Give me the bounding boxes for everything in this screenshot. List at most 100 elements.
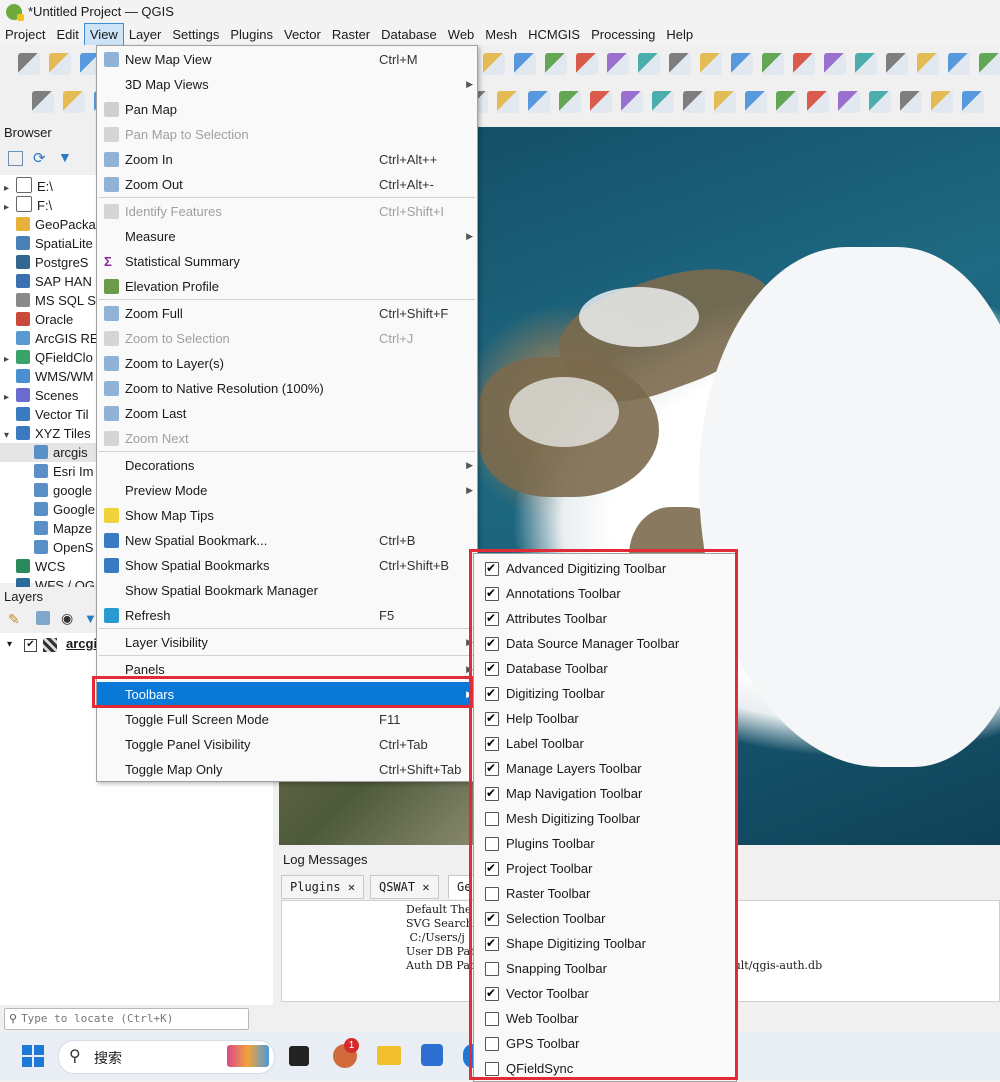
add-selected-icon[interactable] [8,151,23,166]
toolbar-tool-icon[interactable] [18,53,40,75]
locator-input[interactable]: ⚲ Type to locate (Ctrl+K) [4,1008,249,1030]
view-menu-item-zoom-out[interactable]: Zoom Out Ctrl+Alt+- [97,172,477,197]
view-menu-item-toggle-map-only[interactable]: Toggle Map Only Ctrl+Shift+Tab [97,757,477,782]
toolbar-tool-icon[interactable] [776,91,798,113]
view-menu-item-zoom-last[interactable]: Zoom Last [97,401,477,426]
toolbar-tool-icon[interactable] [793,53,815,75]
close-icon[interactable]: ✕ [422,880,429,894]
view-menu-item-show-spatial-bookmark-manager[interactable]: Show Spatial Bookmark Manager [97,578,477,603]
toolbar-tool-icon[interactable] [869,91,891,113]
view-menu-item-zoom-to-layer-s[interactable]: Zoom to Layer(s) [97,351,477,376]
toolbar-tool-icon[interactable] [962,91,984,113]
toolbar-tool-icon[interactable] [731,53,753,75]
style-brush-icon[interactable]: ✎ [8,611,20,628]
view-menu-item-toggle-full-screen-mode[interactable]: Toggle Full Screen Mode F11 [97,707,477,732]
menu-layer[interactable]: Layer [124,24,167,45]
layer-visibility-checkbox[interactable]: ✔ [24,639,37,652]
view-menu-item-label: Pan Map to Selection [125,127,249,142]
menu-vector[interactable]: Vector [279,24,326,45]
view-menu-item-3d-map-views[interactable]: 3D Map Views ▶ [97,72,477,97]
view-menu-item-zoom-full[interactable]: Zoom Full Ctrl+Shift+F [97,301,477,326]
toolbar-tool-icon[interactable] [855,53,877,75]
refresh-icon[interactable]: ⟳ [33,149,46,167]
identify-icon [104,204,119,219]
filter-icon[interactable]: ▼ [58,149,72,165]
toolbar-tool-icon[interactable] [948,53,970,75]
toolbar-tool-icon[interactable] [63,91,85,113]
menu-project[interactable]: Project [0,24,50,45]
menu-mesh[interactable]: Mesh [480,24,522,45]
view-menu-item-new-spatial-bookmark[interactable]: New Spatial Bookmark... Ctrl+B [97,528,477,553]
task-view-icon[interactable] [289,1046,309,1066]
toolbar-tool-icon[interactable] [700,53,722,75]
menu-plugins[interactable]: Plugins [225,24,278,45]
menu-help[interactable]: Help [661,24,698,45]
toolbar-tool-icon[interactable] [590,91,612,113]
view-menu-item-refresh[interactable]: Refresh F5 [97,603,477,628]
view-menu-item-new-map-view[interactable]: New Map View Ctrl+M [97,47,477,72]
toolbar-tool-icon[interactable] [514,53,536,75]
log-tab-qswat[interactable]: QSWAT ✕ [370,875,439,899]
toolbar-tool-icon[interactable] [683,91,705,113]
view-menu-item-show-map-tips[interactable]: Show Map Tips [97,503,477,528]
menu-settings[interactable]: Settings [167,24,224,45]
menu-web[interactable]: Web [443,24,480,45]
toolbar-tool-icon[interactable] [559,91,581,113]
toolbar-tool-icon[interactable] [745,91,767,113]
taskbar-search[interactable]: ⚲ 搜索 [58,1040,275,1074]
log-tab-plugins[interactable]: Plugins ✕ [281,875,365,899]
toolbar-tool-icon[interactable] [931,91,953,113]
filter-legend-icon[interactable]: ▼ [84,611,97,626]
toolbar-tool-icon[interactable] [824,53,846,75]
store-icon[interactable] [421,1044,443,1066]
browser-item-label: PostgreS [35,255,89,270]
menu-edit[interactable]: Edit [51,24,83,45]
view-menu-item-zoom-to-native-resolution-100[interactable]: Zoom to Native Resolution (100%) [97,376,477,401]
menu-processing[interactable]: Processing [586,24,660,45]
toolbar-tool-icon[interactable] [979,53,1000,75]
toolbar-tool-icon[interactable] [669,53,691,75]
view-menu-item-elevation-profile[interactable]: Elevation Profile [97,274,477,299]
toolbar-tool-icon[interactable] [528,91,550,113]
toolbar-tool-icon[interactable] [607,53,629,75]
pan-selection-icon [104,127,119,142]
toolbar-tool-icon[interactable] [621,91,643,113]
shortcut-label: Ctrl+M [379,52,418,67]
menu-raster[interactable]: Raster [327,24,375,45]
view-menu-item-statistical-summary[interactable]: Σ Statistical Summary [97,249,477,274]
toolbar-tool-icon[interactable] [497,91,519,113]
expand-arrow-icon[interactable]: ▾ [7,639,12,650]
view-menu-item-zoom-in[interactable]: Zoom In Ctrl+Alt++ [97,147,477,172]
file-explorer-icon[interactable] [377,1046,401,1065]
toolbar-tool-icon[interactable] [807,91,829,113]
toolbar-tool-icon[interactable] [545,53,567,75]
view-menu-item-preview-mode[interactable]: Preview Mode ▶ [97,478,477,503]
toolbar-tool-icon[interactable] [838,91,860,113]
toolbar-tool-icon[interactable] [638,53,660,75]
toolbar-tool-icon[interactable] [886,53,908,75]
toolbar-tool-icon[interactable] [652,91,674,113]
toolbar-tool-icon[interactable] [917,53,939,75]
toolbar-tool-icon[interactable] [32,91,54,113]
view-menu-item-measure[interactable]: Measure ▶ [97,224,477,249]
windows-start-icon[interactable] [22,1045,44,1067]
view-menu-item-pan-map[interactable]: Pan Map [97,97,477,122]
browser-item-label: ArcGIS RE [35,331,99,346]
search-icon: ⚲ [9,1012,18,1025]
view-menu-item-layer-visibility[interactable]: Layer Visibility ▶ [97,630,477,655]
toolbar-tool-icon[interactable] [483,53,505,75]
view-menu-item-show-spatial-bookmarks[interactable]: Show Spatial Bookmarks Ctrl+Shift+B [97,553,477,578]
toolbar-tool-icon[interactable] [576,53,598,75]
eye-icon[interactable]: ◉ [61,610,73,627]
add-group-icon[interactable] [36,611,50,625]
toolbar-tool-icon[interactable] [49,53,71,75]
view-menu-item-toggle-panel-visibility[interactable]: Toggle Panel Visibility Ctrl+Tab [97,732,477,757]
menu-view[interactable]: View [83,22,124,46]
toolbar-tool-icon[interactable] [900,91,922,113]
toolbar-tool-icon[interactable] [714,91,736,113]
view-menu-item-decorations[interactable]: Decorations ▶ [97,453,477,478]
menu-database[interactable]: Database [376,24,442,45]
close-icon[interactable]: ✕ [348,880,355,894]
toolbar-tool-icon[interactable] [762,53,784,75]
menu-hcmgis[interactable]: HCMGIS [523,24,585,45]
